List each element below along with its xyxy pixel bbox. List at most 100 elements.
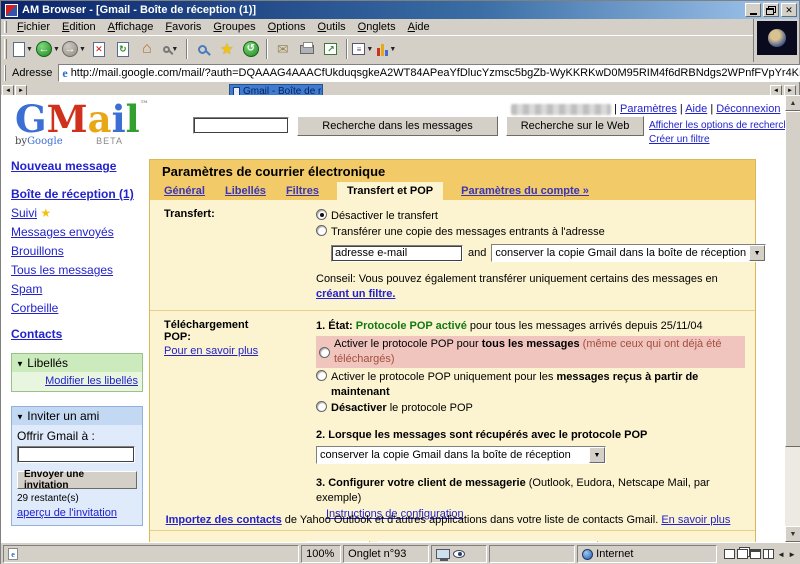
create-filter-link[interactable]: Créer un filtre	[649, 134, 710, 145]
tab-labels[interactable]: Libellés	[223, 182, 268, 200]
learn-more-link[interactable]: En savoir plus	[661, 514, 730, 526]
network-icon	[436, 549, 451, 561]
settings-link[interactable]: Paramètres	[620, 103, 677, 115]
pop-learn-more-link[interactable]: Pour en savoir plus	[164, 345, 258, 357]
menu-fichier[interactable]: Fichier	[11, 20, 56, 34]
pop-retrieve-dropdown-icon[interactable]: ▼	[589, 447, 605, 463]
sidebar-sent-link[interactable]: Messages envoyés	[11, 225, 114, 239]
forward-button[interactable]: → ▼	[61, 38, 86, 60]
invite-preview-link[interactable]: aperçu de l'invitation	[17, 507, 117, 519]
radio-forward-copy[interactable]	[316, 225, 327, 236]
tile-horizontal-icon[interactable]	[750, 549, 762, 559]
open-window-icon: ↗	[324, 43, 338, 55]
search-web-button[interactable]: Recherche sur le Web	[506, 116, 644, 136]
labels-box-header[interactable]: ▼ Libellés	[12, 354, 142, 372]
settings-buttons-row: Annuler Enregistrer les modifications	[150, 530, 755, 542]
new-page-button[interactable]: ▼	[12, 38, 34, 60]
scroll-up-icon[interactable]: ▲	[785, 95, 800, 111]
zoom-button[interactable]: ▼	[160, 38, 182, 60]
url-text[interactable]: http://mail.google.com/mail/?auth=DQAAAG…	[71, 67, 800, 79]
scrollbar-thumb[interactable]	[785, 111, 800, 447]
toolbar-grip[interactable]	[4, 38, 7, 60]
header-links: | Paramètres | Aide | Déconnexion	[511, 103, 799, 115]
favorites-button[interactable]: ★	[216, 38, 238, 60]
sidebar-trash-link[interactable]: Corbeille	[11, 301, 58, 315]
signout-link[interactable]: Déconnexion	[716, 103, 780, 115]
tools-filter-button[interactable]: ▼	[376, 38, 398, 60]
pop-retrieve-value: conserver la copie Gmail dans la boîte d…	[320, 448, 571, 461]
logo-letter-l: l	[125, 97, 140, 141]
menu-onglets[interactable]: Onglets	[352, 20, 402, 34]
menu-outils[interactable]: Outils	[312, 20, 352, 34]
link-separator: |	[614, 103, 617, 115]
invite-email-input[interactable]	[17, 446, 135, 463]
forward-email-input[interactable]	[331, 244, 463, 262]
back-caret-icon: ▼	[53, 45, 60, 53]
sidebar-starred-link[interactable]: Suivi	[11, 206, 37, 220]
cascade-windows-icon[interactable]	[737, 549, 749, 559]
address-bar: Adresse e http://mail.google.com/mail/?a…	[1, 62, 800, 84]
mail-button[interactable]: ✉	[272, 38, 294, 60]
logo-tm: ™	[139, 100, 149, 110]
scroll-down-icon[interactable]: ▼	[785, 526, 800, 542]
next-window-icon[interactable]: ►	[788, 550, 796, 559]
history-button[interactable]: ↺	[240, 38, 262, 60]
sidebar-compose-link[interactable]: Nouveau message	[11, 159, 116, 173]
refresh-button[interactable]: ↻	[112, 38, 134, 60]
stop-button[interactable]: ✕	[88, 38, 110, 60]
status-bar: e 100% Onglet n°93 Internet ◄ ►	[1, 542, 800, 564]
radio-pop-enable-all[interactable]	[319, 346, 330, 358]
zoom-icon	[163, 45, 171, 53]
radio-disable-forwarding[interactable]	[316, 209, 327, 220]
tab-account-settings[interactable]: Paramètres du compte »	[459, 182, 591, 200]
pop-retrieve-select[interactable]: conserver la copie Gmail dans la boîte d…	[316, 446, 606, 464]
tab-filters[interactable]: Filtres	[284, 182, 321, 200]
sidebar-contacts-link[interactable]: Contacts	[11, 327, 62, 341]
address-combo[interactable]: e http://mail.google.com/mail/?auth=DQAA…	[58, 64, 800, 82]
edit-labels-link[interactable]: Modifier les libellés	[45, 375, 138, 387]
privacy-eye-icon	[453, 550, 466, 558]
menu-groupes[interactable]: Groupes	[207, 20, 261, 34]
menu-options[interactable]: Options	[262, 20, 312, 34]
addressbar-grip[interactable]	[4, 65, 6, 81]
search-options-link[interactable]: Afficher les options de recherche	[649, 120, 794, 131]
sidebar-inbox-link[interactable]: Boîte de réception (1)	[11, 187, 134, 201]
create-filter-tip-link[interactable]: créant un filtre.	[316, 288, 395, 300]
edit-form-caret-icon: ▼	[366, 45, 374, 53]
menubar-grip[interactable]	[4, 20, 7, 34]
import-contacts-link[interactable]: Importez des contacts	[166, 514, 282, 526]
new-page-caret-icon: ▼	[26, 45, 33, 53]
menu-edition[interactable]: Edition	[56, 20, 102, 34]
sidebar-spam-link[interactable]: Spam	[11, 282, 42, 296]
minimize-button[interactable]	[745, 3, 761, 17]
prev-window-icon[interactable]: ◄	[777, 550, 785, 559]
restore-button[interactable]	[763, 3, 779, 17]
search-messages-button[interactable]: Recherche dans les messages	[297, 116, 498, 136]
vertical-scrollbar[interactable]: ▲ ▼	[785, 95, 800, 542]
open-window-button[interactable]: ↗	[320, 38, 342, 60]
sidebar-drafts-link[interactable]: Brouillons	[11, 244, 64, 258]
edit-form-button[interactable]: ≡ ▼	[352, 38, 374, 60]
pop-state-line: 1. État: Protocole POP activé pour tous …	[316, 319, 745, 334]
search-button[interactable]	[192, 38, 214, 60]
home-button[interactable]: ⌂	[136, 38, 158, 60]
sidebar-allmail-link[interactable]: Tous les messages	[11, 263, 113, 277]
forward-action-dropdown-icon[interactable]: ▼	[749, 245, 766, 261]
forward-action-select[interactable]: conserver la copie Gmail dans la boîte d…	[491, 244, 767, 262]
close-button[interactable]: ✕	[781, 3, 797, 17]
invite-box-header[interactable]: ▼ Inviter un ami	[12, 407, 142, 425]
print-button[interactable]	[296, 38, 318, 60]
single-window-icon[interactable]	[724, 549, 736, 559]
radio-pop-enable-now[interactable]	[316, 370, 327, 381]
search-input[interactable]	[193, 117, 289, 134]
send-invitation-button[interactable]: Envoyer une invitation	[17, 469, 137, 491]
tile-vertical-icon[interactable]	[763, 549, 775, 559]
radio-pop-disable[interactable]	[316, 401, 327, 412]
help-link[interactable]: Aide	[685, 103, 707, 115]
back-button[interactable]: ← ▼	[36, 38, 60, 60]
tab-forwarding-pop[interactable]: Transfert et POP	[336, 182, 444, 200]
menu-favoris[interactable]: Favoris	[159, 20, 207, 34]
tab-general[interactable]: Général	[162, 182, 207, 200]
menu-aide[interactable]: Aide	[402, 20, 436, 34]
menu-affichage[interactable]: Affichage	[102, 20, 160, 34]
